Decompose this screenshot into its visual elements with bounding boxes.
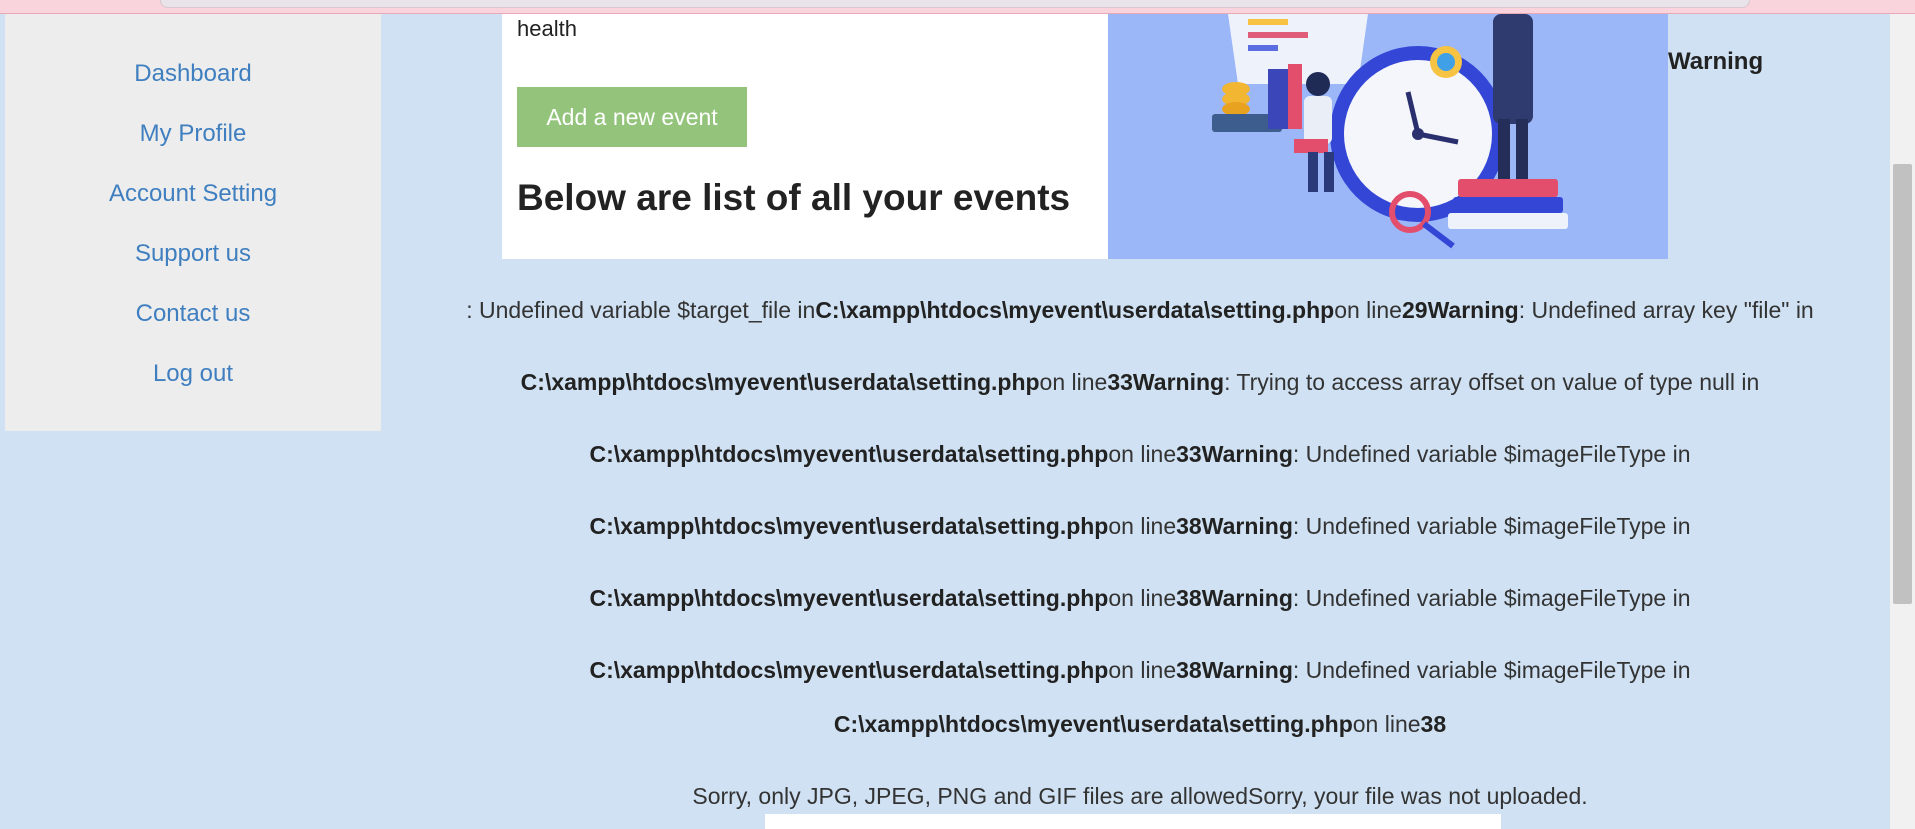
scrollbar-thumb[interactable] [1893,164,1912,604]
error-message: : Undefined variable $imageFileType in [1292,441,1691,467]
sidebar-item-log-out[interactable]: Log out [5,360,381,388]
error-text: : Undefined variable $target_file in [466,297,816,323]
error-warning: Warning [1201,513,1293,539]
error-path: C:\xampp\htdocs\myevent\userdata\setting… [589,513,1109,539]
error-on-line: on line [1108,513,1177,539]
error-message: : Trying to access array offset on value… [1224,369,1760,395]
add-event-button[interactable]: Add a new event [517,87,747,147]
browser-top-strip [0,0,1915,14]
error-message: : Undefined variable $imageFileType in [1292,657,1691,683]
card-text: health [517,16,577,41]
error-line-number: 38 [1176,657,1202,683]
error-line-5: C:\xampp\htdocs\myevent\userdata\setting… [400,585,1880,612]
error-path: C:\xampp\htdocs\myevent\userdata\setting… [833,711,1353,737]
error-warning: Warning [1201,441,1293,467]
address-bar-edge [160,0,1750,8]
upload-error-message: Sorry, only JPG, JPEG, PNG and GIF files… [692,783,1588,809]
event-card: health Add a new event Below are list of… [502,14,1108,259]
error-on-line: on line [1039,369,1108,395]
events-heading: Below are list of all your events [517,177,1071,218]
error-on-line: on line [1352,711,1421,737]
error-warning: Warning [1427,297,1519,323]
error-line-number: 29 [1401,297,1428,323]
error-line-number: 38 [1176,585,1202,611]
error-line-3: C:\xampp\htdocs\myevent\userdata\setting… [400,441,1880,468]
illustration-art [1212,14,1568,249]
sidebar-item-my-profile[interactable]: My Profile [5,120,381,148]
sidebar-item-support-us[interactable]: Support us [5,240,381,268]
sidebar-item-account-setting[interactable]: Account Setting [5,180,381,208]
warning-label: Warning [1668,48,1764,75]
error-line-number: 33 [1107,369,1133,395]
error-path: C:\xampp\htdocs\myevent\userdata\setting… [589,585,1109,611]
error-on-line: on line [1334,297,1402,323]
error-on-line: on line [1108,585,1177,611]
time-management-illustration [1108,14,1668,259]
error-path: C:\xampp\htdocs\myevent\userdata\setting… [520,369,1040,395]
error-message: : Undefined array key "file" in [1518,297,1814,323]
error-on-line: on line [1108,657,1177,683]
error-line-number: 38 [1176,513,1202,539]
error-path: C:\xampp\htdocs\myevent\userdata\setting… [815,297,1335,323]
error-line-number: 38 [1420,711,1447,737]
page-scrollbar[interactable] [1890,14,1915,829]
error-line-4: C:\xampp\htdocs\myevent\userdata\setting… [400,513,1880,540]
bottom-panel [765,814,1501,829]
error-line-7: C:\xampp\htdocs\myevent\userdata\setting… [400,711,1880,738]
error-warning: Warning [1132,369,1225,395]
sidebar-item-dashboard[interactable]: Dashboard [5,60,381,88]
sidebar-item-contact-us[interactable]: Contact us [5,300,381,328]
error-line-6: C:\xampp\htdocs\myevent\userdata\setting… [400,657,1880,684]
error-warning: Warning [1201,585,1293,611]
error-path: C:\xampp\htdocs\myevent\userdata\setting… [589,441,1109,467]
error-on-line: on line [1108,441,1177,467]
error-message: : Undefined variable $imageFileType in [1292,513,1691,539]
error-message: : Undefined variable $imageFileType in [1292,585,1691,611]
error-line-number: 33 [1176,441,1202,467]
error-path: C:\xampp\htdocs\myevent\userdata\setting… [589,657,1109,683]
error-warning: Warning [1201,657,1293,683]
sidebar: Dashboard My Profile Account Setting Sup… [5,14,381,431]
error-line-2: C:\xampp\htdocs\myevent\userdata\setting… [400,369,1880,396]
error-line-1: : Undefined variable $target_file inC:\x… [400,297,1880,324]
